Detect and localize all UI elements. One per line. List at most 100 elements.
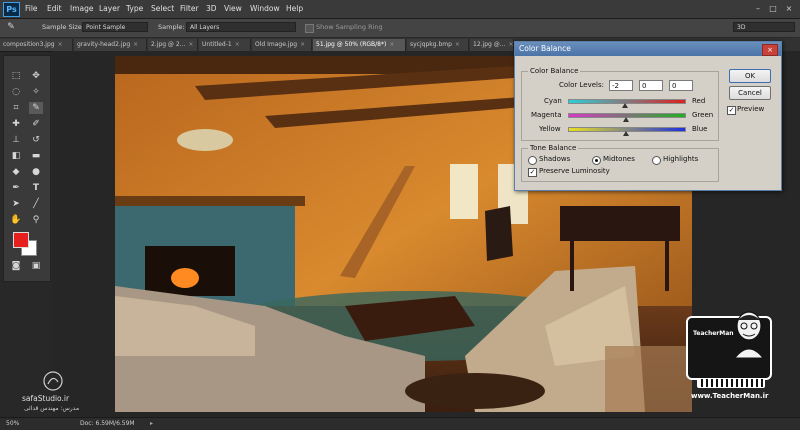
blue-label: Blue xyxy=(692,125,708,133)
tab-composition3[interactable]: composition3.jpg × xyxy=(0,39,73,51)
menu-help[interactable]: Help xyxy=(286,4,303,13)
midtones-label: Midtones xyxy=(603,155,635,163)
tab-label: gravity-head2.jpg xyxy=(77,41,131,48)
cyan-label: Cyan xyxy=(544,97,562,105)
menu-filter[interactable]: Filter xyxy=(180,4,199,13)
zoom-level[interactable]: 50% xyxy=(6,420,19,427)
show-sampling-ring-checkbox[interactable] xyxy=(305,24,314,33)
tab-close-icon[interactable]: × xyxy=(188,41,193,48)
color-levels-label: Color Levels: xyxy=(559,81,604,89)
yellow-blue-slider-thumb[interactable] xyxy=(623,131,629,136)
zoom-icon[interactable]: ⚲ xyxy=(29,214,43,226)
crop-icon[interactable]: ⌗ xyxy=(9,102,23,114)
teacherman-avatar-icon xyxy=(733,311,765,359)
tab-close-icon[interactable]: × xyxy=(508,41,513,48)
tab-close-icon[interactable]: × xyxy=(300,41,305,48)
tab-sycjqpkg[interactable]: sycjqpkg.bmp × xyxy=(407,39,469,51)
menu-window[interactable]: Window xyxy=(250,4,280,13)
screen-mode-icon[interactable]: ▣ xyxy=(29,260,43,272)
status-arrow-icon[interactable]: ▸ xyxy=(150,420,153,427)
doc-size: Doc: 6.59M/6.59M xyxy=(80,420,135,427)
red-label: Red xyxy=(692,97,706,105)
brush-icon[interactable]: ✐ xyxy=(29,118,43,130)
path-select-icon[interactable]: ➤ xyxy=(9,198,23,210)
tab-close-icon[interactable]: × xyxy=(235,41,240,48)
dialog-title: Color Balance xyxy=(515,42,781,56)
magenta-green-slider-thumb[interactable] xyxy=(623,117,629,122)
yellow-blue-level-input[interactable]: 0 xyxy=(669,80,693,91)
eyedropper-preset-icon[interactable]: ✎ xyxy=(4,21,18,33)
color-balance-group: Color Balance Color Levels: -2 0 0 Cyan … xyxy=(521,67,719,141)
gradient-icon[interactable]: ▬ xyxy=(29,150,43,162)
sample-label: Sample: xyxy=(158,23,185,31)
preserve-luminosity-checkbox[interactable]: ✓ xyxy=(528,168,537,177)
tab-label: Untitled-1 xyxy=(202,41,232,48)
show-sampling-ring-label: Show Sampling Ring xyxy=(316,23,383,31)
tab-close-icon[interactable]: × xyxy=(455,41,460,48)
history-brush-icon[interactable]: ↺ xyxy=(29,134,43,146)
menu-image[interactable]: Image xyxy=(70,4,94,13)
lasso-icon[interactable]: ◌ xyxy=(9,86,23,98)
yellow-label: Yellow xyxy=(539,125,561,133)
dialog-close-button[interactable]: × xyxy=(762,44,778,56)
teacherman-brand: TeacherMan xyxy=(693,330,734,337)
menu-3d[interactable]: 3D xyxy=(206,4,217,13)
menu-select[interactable]: Select xyxy=(151,4,174,13)
eyedropper-icon[interactable]: ✎ xyxy=(29,102,43,114)
safastudio-credit: مدرس: مهندس قدائی xyxy=(24,405,80,412)
close-icon[interactable]: × xyxy=(783,3,795,14)
preview-checkbox[interactable]: ✓ xyxy=(727,106,736,115)
minimize-icon[interactable]: – xyxy=(752,3,764,14)
shadows-radio[interactable] xyxy=(528,156,537,165)
pen-icon[interactable]: ✒ xyxy=(9,182,23,194)
tab-gravity-head2[interactable]: gravity-head2.jpg × xyxy=(74,39,147,51)
quick-select-icon[interactable]: ✧ xyxy=(29,86,43,98)
cyan-red-level-input[interactable]: -2 xyxy=(609,80,633,91)
heal-icon[interactable]: ✚ xyxy=(9,118,23,130)
stamp-icon[interactable]: ⊥ xyxy=(9,134,23,146)
green-label: Green xyxy=(692,111,714,119)
move-icon[interactable]: ✥ xyxy=(29,70,43,82)
cyan-red-slider-thumb[interactable] xyxy=(621,103,628,108)
shadows-label: Shadows xyxy=(539,155,571,163)
tab-close-icon[interactable]: × xyxy=(133,41,138,48)
tab-close-icon[interactable]: × xyxy=(58,41,63,48)
menu-file[interactable]: File xyxy=(25,4,38,13)
midtones-radio[interactable] xyxy=(592,156,601,165)
menu-bar: Ps File Edit Image Layer Type Select Fil… xyxy=(0,0,800,19)
quick-mask-icon[interactable]: ◙ xyxy=(9,260,23,272)
tone-balance-group-label: Tone Balance xyxy=(528,144,579,152)
sample-size-select[interactable]: Point Sample xyxy=(82,22,148,32)
tab-close-icon[interactable]: × xyxy=(389,41,394,48)
dodge-icon[interactable]: ● xyxy=(29,166,43,178)
magenta-green-level-input[interactable]: 0 xyxy=(639,80,663,91)
workspace-select[interactable]: 3D xyxy=(733,22,795,32)
preserve-luminosity-label: Preserve Luminosity xyxy=(539,167,610,175)
tab-51jpg[interactable]: 51.jpg @ 50% (RGB/8*) × xyxy=(313,39,406,51)
tone-balance-group: Tone Balance Shadows Midtones Highlights… xyxy=(521,144,719,182)
magenta-label: Magenta xyxy=(531,111,562,119)
tab-12jpg[interactable]: 12.jpg @... × xyxy=(470,39,514,51)
menu-type[interactable]: Type xyxy=(126,4,143,13)
blur-icon[interactable]: ◆ xyxy=(9,166,23,178)
marquee-icon[interactable]: ⬚ xyxy=(9,70,23,82)
foreground-color-swatch[interactable] xyxy=(13,232,29,248)
tab-untitled-1[interactable]: Untitled-1 × xyxy=(199,39,251,51)
options-bar: ✎ Sample Size: Point Sample Sample: All … xyxy=(0,19,800,38)
ok-button[interactable]: OK xyxy=(729,69,771,83)
tab-2jpg[interactable]: 2.jpg @ 2... × xyxy=(148,39,198,51)
menu-edit[interactable]: Edit xyxy=(47,4,62,13)
teacherman-watermark: TeacherMan www.TeacherMan.ir xyxy=(683,308,793,404)
maximize-icon[interactable]: □ xyxy=(767,3,779,14)
highlights-radio[interactable] xyxy=(652,156,661,165)
eraser-icon[interactable]: ◧ xyxy=(9,150,23,162)
shape-icon[interactable]: ╱ xyxy=(29,198,43,210)
tab-old-image[interactable]: Old Image.jpg × xyxy=(252,39,312,51)
menu-view[interactable]: View xyxy=(224,4,242,13)
sample-select[interactable]: All Layers xyxy=(186,22,296,32)
color-balance-dialog: Color Balance × Color Balance Color Leve… xyxy=(514,41,782,191)
cancel-button[interactable]: Cancel xyxy=(729,86,771,100)
hand-icon[interactable]: ✋ xyxy=(9,214,23,226)
type-icon[interactable]: T xyxy=(29,182,43,194)
menu-layer[interactable]: Layer xyxy=(99,4,120,13)
